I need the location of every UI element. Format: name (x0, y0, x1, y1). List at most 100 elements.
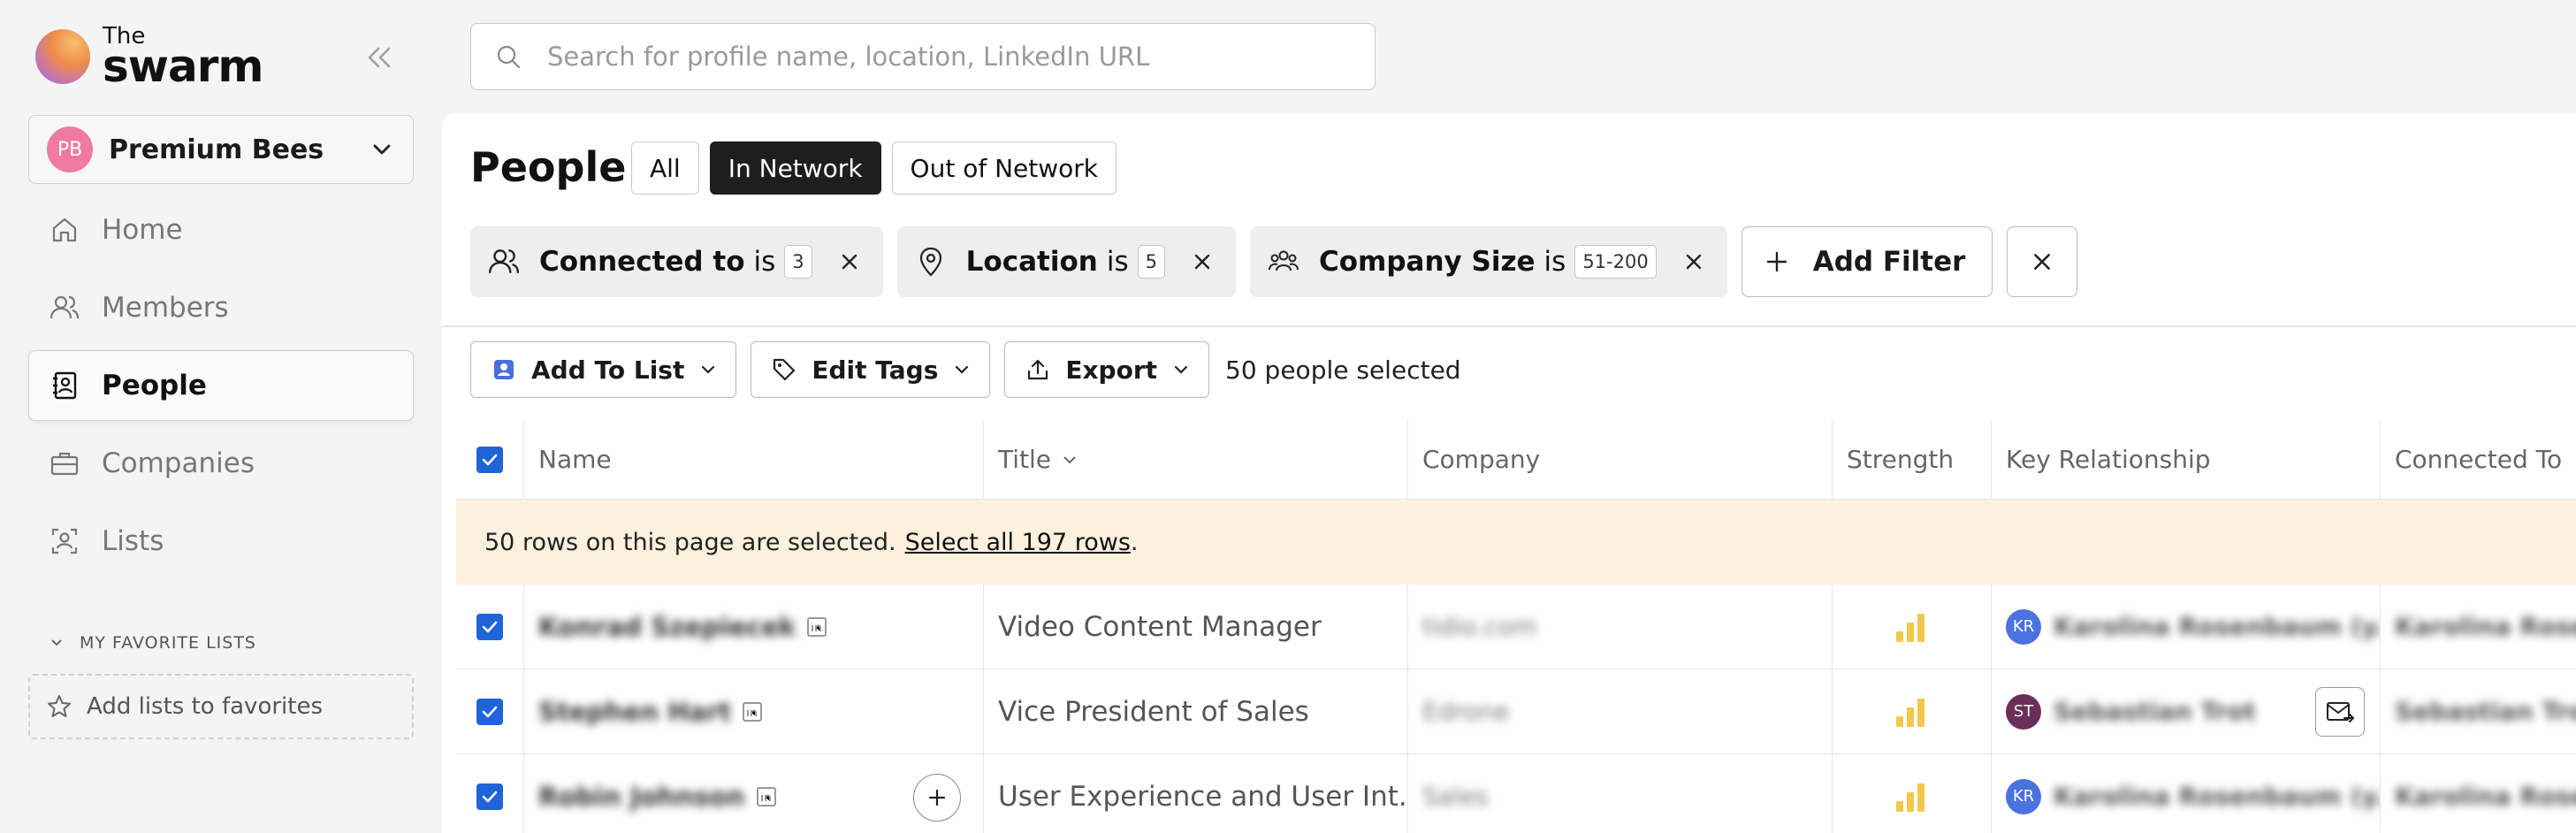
team-selector[interactable]: PB Premium Bees (28, 115, 414, 184)
strength-bars (1896, 612, 1928, 642)
search-bar[interactable] (470, 23, 1376, 90)
filter-value-badge: 51-200 (1574, 245, 1657, 279)
column-header-title[interactable]: Title (983, 420, 1407, 499)
person-name[interactable]: Robin Johnson (538, 782, 745, 812)
filter-chip-connected-to[interactable]: Connected to is 3 (470, 226, 883, 297)
connected-to-name[interactable]: Karolina Rosen (2395, 782, 2576, 811)
avatar: KR (2006, 608, 2041, 645)
favorite-lists-title: MY FAVORITE LISTS (80, 633, 256, 653)
row-checkbox[interactable] (476, 783, 503, 810)
column-header-strength[interactable]: Strength (1832, 420, 1991, 499)
export-button[interactable]: Export (1004, 341, 1210, 398)
key-relationship-name[interactable]: Karolina Rosenbaum (y... (2054, 782, 2380, 811)
team-avatar: PB (47, 126, 93, 172)
linkedin-icon[interactable] (756, 786, 777, 807)
strength-bar (1907, 707, 1914, 727)
favorite-lists-header[interactable]: MY FAVORITE LISTS (50, 633, 256, 653)
row-checkbox[interactable] (476, 613, 503, 640)
collapse-sidebar-button[interactable] (354, 35, 403, 80)
tab-in-network[interactable]: In Network (709, 141, 881, 195)
filter-chip-location[interactable]: Location is 5 (896, 226, 1236, 297)
strength-bar (1896, 630, 1903, 642)
strength-bar (1917, 698, 1924, 727)
person-company[interactable]: Edrone (1422, 697, 1509, 726)
column-header-key-relationship[interactable]: Key Relationship (1991, 420, 2380, 499)
search-input[interactable] (547, 42, 1375, 72)
checkmark-icon (482, 454, 498, 465)
column-header-company[interactable]: Company (1407, 420, 1832, 499)
strength-bar (1917, 783, 1924, 812)
request-intro-button[interactable] (2315, 687, 2365, 737)
sidebar-item-label: Lists (102, 525, 164, 557)
app-logo[interactable]: The swarm (35, 25, 263, 88)
team-name: Premium Bees (109, 134, 324, 165)
filter-label: Connected to (539, 246, 745, 278)
chevron-down-icon (954, 364, 970, 375)
close-icon[interactable] (1676, 244, 1711, 279)
filter-value-badge: 3 (784, 245, 812, 279)
star-icon (46, 693, 72, 720)
add-filter-button[interactable]: Add Filter (1741, 226, 1993, 297)
tab-all[interactable]: All (631, 141, 699, 195)
filter-bar: Connected to is 3 Location is 5 Company … (470, 226, 2078, 297)
filter-operator: is (1543, 246, 1566, 278)
users-icon (486, 244, 522, 279)
add-favorites-label: Add lists to favorites (87, 693, 323, 720)
close-icon[interactable] (1185, 244, 1220, 279)
add-to-list-button[interactable]: Add To List (470, 341, 737, 398)
location-pin-icon (913, 244, 949, 279)
connected-to-name[interactable]: Karolina Rosen (2395, 612, 2576, 641)
table-header-row: Name Title Company Strength Key Relation… (456, 420, 2576, 500)
sidebar-item-companies[interactable]: Companies (28, 428, 414, 499)
sidebar-item-label: Companies (102, 447, 255, 479)
table-row[interactable]: Robin Johnson User Experience and User I… (456, 754, 2576, 833)
person-title: User Experience and User Int... (998, 780, 1407, 813)
clear-filters-button[interactable] (2007, 226, 2078, 297)
table-row[interactable]: Konrad Szepiecek Video Content Manager t… (456, 585, 2576, 669)
select-all-rows-link[interactable]: Select all 197 rows (905, 529, 1131, 556)
plus-icon (1765, 248, 1792, 275)
sidebar-item-label: Members (102, 292, 229, 324)
sidebar-item-members[interactable]: Members (28, 272, 414, 343)
sidebar-item-home[interactable]: Home (28, 195, 414, 265)
mail-forward-icon (2327, 702, 2355, 722)
checkmark-icon (482, 621, 498, 632)
edit-tags-button[interactable]: Edit Tags (751, 341, 991, 398)
column-header-connected-to[interactable]: Connected To (2380, 420, 2576, 499)
contact-book-icon (49, 370, 80, 401)
person-company[interactable]: tidio.com (1422, 612, 1537, 641)
connected-to-name[interactable]: Sebastian Trot (2395, 697, 2576, 726)
linkedin-icon[interactable] (806, 616, 827, 638)
selection-banner-text: 50 rows on this page are selected. (484, 528, 896, 556)
key-relationship-name[interactable]: Karolina Rosenbaum (y... (2054, 612, 2380, 641)
close-icon[interactable] (832, 244, 867, 279)
add-to-list-row-button[interactable] (913, 774, 961, 822)
key-relationship-name[interactable]: Sebastian Trot (2054, 697, 2256, 726)
person-name[interactable]: Stephen Hart (538, 697, 731, 727)
divider (442, 325, 2576, 327)
filter-chip-company-size[interactable]: Company Size is 51-200 (1249, 226, 1727, 297)
network-tabs: All In Network Out of Network (631, 141, 1127, 195)
sidebar-item-people[interactable]: People (28, 350, 414, 421)
tab-out-of-network[interactable]: Out of Network (891, 141, 1117, 195)
strength-bar (1896, 715, 1903, 727)
sidebar-item-lists[interactable]: Lists (28, 506, 414, 577)
export-label: Export (1065, 355, 1158, 385)
strength-bars (1896, 697, 1928, 727)
select-all-checkbox[interactable] (476, 446, 503, 473)
add-lists-to-favorites[interactable]: Add lists to favorites (28, 674, 414, 739)
sidebar-item-label: People (102, 370, 207, 401)
person-name[interactable]: Konrad Szepiecek (538, 612, 796, 642)
filter-value-badge: 5 (1137, 245, 1165, 279)
sidebar: The swarm PB Premium Bees Home Members P… (0, 0, 442, 833)
logo-name-text: swarm (103, 41, 263, 92)
upload-icon (1025, 356, 1051, 383)
briefcase-icon (49, 447, 80, 479)
row-checkbox[interactable] (476, 698, 503, 725)
avatar: KR (2006, 778, 2041, 814)
table-row[interactable]: Stephen Hart Vice President of Sales Edr… (456, 669, 2576, 754)
column-header-name[interactable]: Name (523, 420, 983, 499)
person-company[interactable]: Sales (1422, 782, 1489, 811)
person-title: Vice President of Sales (998, 695, 1309, 728)
linkedin-icon[interactable] (742, 701, 763, 722)
